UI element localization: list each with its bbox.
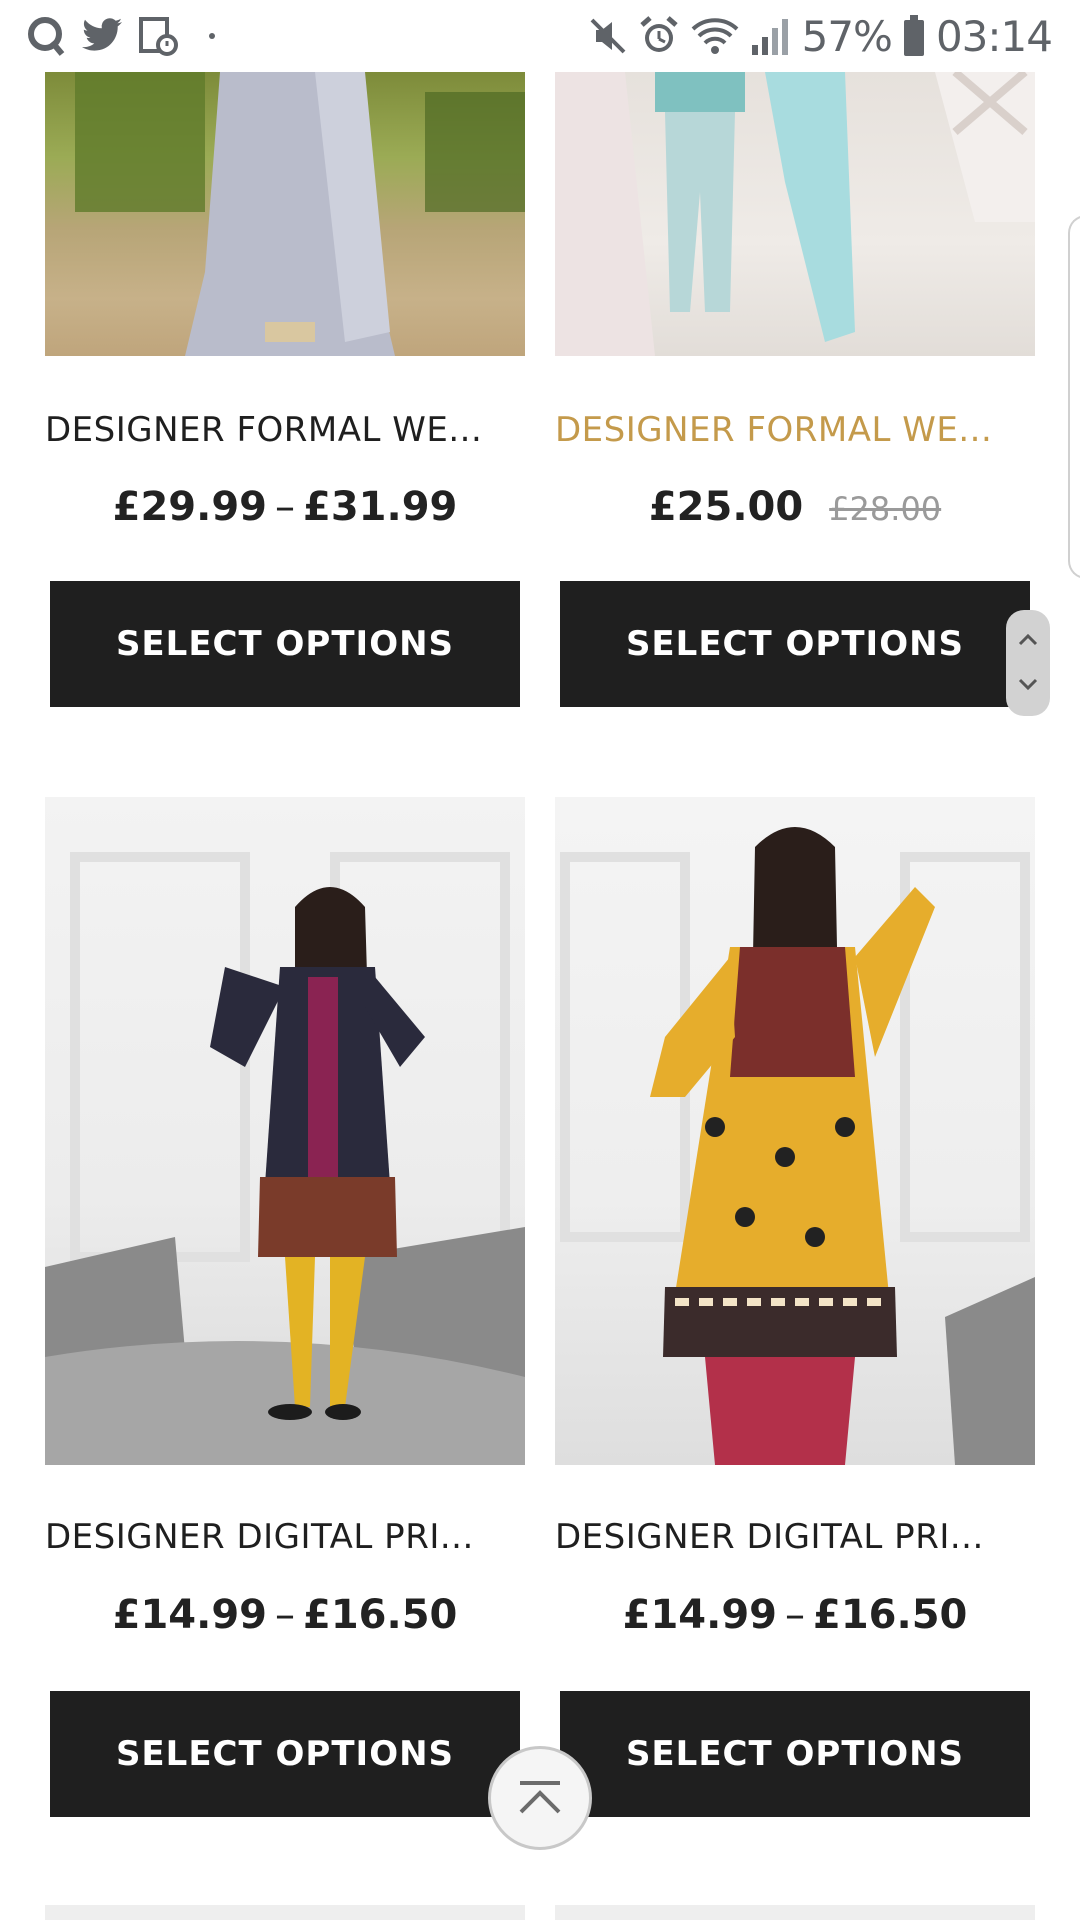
original-price: £28.00 xyxy=(829,490,942,528)
product-title[interactable]: DESIGNER FORMAL WE... xyxy=(45,410,482,450)
dress-figure xyxy=(75,72,525,356)
sale-price: £25.00 xyxy=(648,484,804,530)
product-title[interactable]: DESIGNER FORMAL WE... xyxy=(555,410,992,450)
product-title[interactable]: DESIGNER DIGITAL PRI... xyxy=(555,1517,984,1557)
dot-icon xyxy=(209,33,215,39)
dress-figure xyxy=(555,72,1035,356)
girl-yellow-kurti-figure xyxy=(560,827,1035,1465)
product-image[interactable] xyxy=(555,72,1035,356)
status-bar: 57% 03:14 xyxy=(0,0,1080,72)
price-high: £16.50 xyxy=(303,1592,458,1638)
system-icons: 57% 03:14 xyxy=(588,10,1053,62)
price-separator: – xyxy=(785,1592,805,1638)
product-image[interactable] xyxy=(45,72,525,356)
select-options-button[interactable]: SELECT OPTIONS xyxy=(50,581,520,707)
back-to-top-icon xyxy=(519,1781,561,1814)
battery-icon xyxy=(903,15,924,56)
product-price: £14.99– £16.50 xyxy=(45,1592,525,1638)
price-low: £14.99 xyxy=(622,1592,777,1638)
mute-icon xyxy=(590,18,626,54)
product-card: DESIGNER DIGITAL PRI... £14.99– £16.50 SE… xyxy=(45,797,525,1817)
signal-icon xyxy=(751,19,788,55)
product-price: £29.99– £31.99 xyxy=(45,484,525,530)
price-low: £14.99 xyxy=(112,1592,267,1638)
next-product-image[interactable] xyxy=(45,1905,525,1920)
product-title[interactable]: DESIGNER DIGITAL PRI... xyxy=(45,1517,474,1557)
select-options-button[interactable]: SELECT OPTIONS xyxy=(50,1691,520,1817)
scroll-control[interactable] xyxy=(1006,610,1050,716)
product-card: DESIGNER FORMAL WE... £29.99– £31.99 SELE… xyxy=(45,72,525,712)
select-options-button[interactable]: SELECT OPTIONS xyxy=(560,1691,1030,1817)
price-separator: – xyxy=(275,1592,295,1638)
product-price: £25.00 £28.00 xyxy=(555,484,1035,530)
price-low: £29.99 xyxy=(112,484,267,530)
product-card: DESIGNER DIGITAL PRI... £14.99– £16.50 SE… xyxy=(555,797,1035,1817)
next-product-image[interactable] xyxy=(555,1905,1035,1920)
product-image[interactable] xyxy=(555,797,1035,1465)
product-price: £14.99– £16.50 xyxy=(555,1592,1035,1638)
price-separator: – xyxy=(275,484,295,530)
chevron-down-icon[interactable] xyxy=(1006,662,1050,712)
product-card: DESIGNER FORMAL WE... £25.00 £28.00 SELEC… xyxy=(555,72,1035,712)
twitter-icon xyxy=(82,18,122,51)
price-high: £16.50 xyxy=(813,1592,968,1638)
select-options-button[interactable]: SELECT OPTIONS xyxy=(560,581,1030,707)
chevron-up-icon[interactable] xyxy=(1006,612,1050,662)
calendar-clock-icon xyxy=(139,17,178,56)
alarm-icon xyxy=(639,16,678,52)
q-app-icon xyxy=(28,17,65,56)
product-image[interactable] xyxy=(45,797,525,1465)
battery-percent: 57% xyxy=(801,11,893,61)
clock: 03:14 xyxy=(935,11,1053,61)
scroll-edge-handle[interactable] xyxy=(1068,215,1080,579)
notification-icons xyxy=(26,12,222,60)
girl-black-kurti-figure xyxy=(45,852,525,1465)
wifi-icon xyxy=(691,18,738,54)
price-high: £31.99 xyxy=(303,484,458,530)
back-to-top-button[interactable] xyxy=(488,1746,592,1850)
